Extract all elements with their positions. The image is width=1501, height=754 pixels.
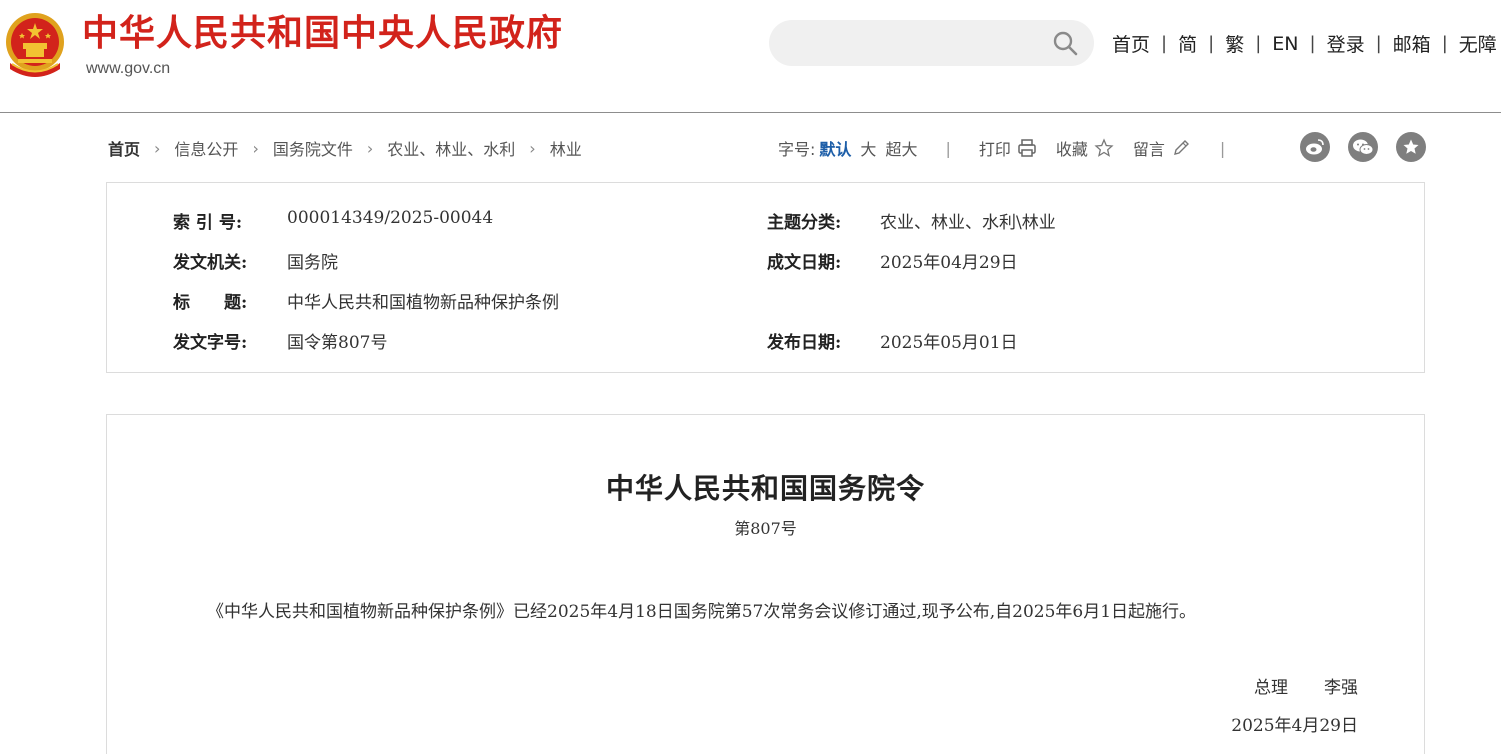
signature: 总理 李强 [1254,673,1358,698]
signer-name: 李强 [1324,678,1358,698]
top-nav: 首页 | 简 | 繁 | EN | 登录 | 邮箱 | 无障 [1112,30,1497,57]
published-date-value: 2025年05月01日 [880,333,1018,353]
pencil-icon [1173,140,1189,155]
topic-value: 农业、林业、水利\林业 [880,213,1056,233]
document-title: 中华人民共和国国务院令 [605,472,925,505]
nav-accessibility[interactable]: 无障 [1459,30,1497,57]
font-size-xlarge[interactable]: 超大 [885,136,917,160]
info-row: 发文机关: 国务院 成文日期: 2025年04月29日 [107,248,1424,273]
order-number: 第807号 [734,519,797,538]
title-value: 中华人民共和国植物新品种保护条例 [287,293,559,313]
index-label: 索 引 号: [173,213,243,233]
font-size-label: 字号: [778,140,816,159]
nav-separator: | [1309,33,1316,54]
share-icons [1300,132,1444,162]
site-url[interactable]: www.gov.cn [86,60,170,78]
published-date-label: 发布日期: [767,333,842,353]
weibo-glyph [1306,139,1324,155]
nav-separator: | [1441,33,1448,54]
created-date-label: 成文日期: [767,253,842,273]
wechat-icon[interactable] [1348,132,1378,162]
signer-title: 总理 [1254,678,1288,698]
divider: | [1219,138,1226,158]
print-label: 打印 [978,140,1011,159]
nav-traditional[interactable]: 繁 [1225,30,1244,57]
breadcrumb-item[interactable]: 林业 [550,136,582,160]
breadcrumb: 首页 › 信息公开 › 国务院文件 › 农业、林业、水利 › 林业 [108,136,582,160]
breadcrumb-item[interactable]: 信息公开 [174,136,238,160]
info-row: 发文字号: 国令第807号 发布日期: 2025年05月01日 [107,328,1424,353]
nav-simplified[interactable]: 简 [1178,30,1197,57]
document-info-table: 索 引 号: 000014349/2025-00044 主题分类: 农业、林业、… [106,182,1425,373]
index-value: 000014349/2025-00044 [287,208,494,228]
nav-separator: | [1208,33,1215,54]
search-input[interactable] [769,20,1094,66]
font-size-default[interactable]: 默认 [819,136,851,160]
favorite-star-icon[interactable] [1396,132,1426,162]
print-button[interactable]: 打印 [979,136,1038,160]
font-size-large[interactable]: 大 [860,136,876,160]
search-icon[interactable] [1052,30,1078,56]
divider: | [945,138,951,158]
document-body: 中华人民共和国国务院令 第807号 《中华人民共和国植物新品种保护条例》已经20… [106,414,1425,754]
printer-icon [1018,139,1036,157]
issuer-value: 国务院 [287,253,338,273]
favorite-label: 收藏 [1055,140,1088,159]
breadcrumb-item[interactable]: 国务院文件 [273,136,353,160]
signature-date: 2025年4月29日 [1231,716,1358,736]
article-toolbar: 字号: 默认 大 超大 | 打印 收藏 留言 | [778,136,1253,160]
title-label: 标 题: [173,293,248,313]
info-row: 索 引 号: 000014349/2025-00044 主题分类: 农业、林业、… [107,208,1424,233]
document-paragraph: 《中华人民共和国植物新品种保护条例》已经2025年4月18日国务院第57次常务会… [207,602,1197,622]
star-glyph [1403,139,1419,154]
issuer-label: 发文机关: [173,253,248,273]
nav-separator: | [1161,33,1168,54]
chevron-right-icon: › [252,138,259,158]
weibo-icon[interactable] [1300,132,1330,162]
doc-number-label: 发文字号: [173,333,248,353]
created-date-value: 2025年04月29日 [880,253,1018,273]
comment-label: 留言 [1132,140,1165,159]
nav-login[interactable]: 登录 [1327,30,1365,57]
breadcrumb-item[interactable]: 农业、林业、水利 [387,136,515,160]
doc-number-value: 国令第807号 [287,333,388,353]
wechat-glyph [1353,139,1374,155]
info-row: 标 题: 中华人民共和国植物新品种保护条例 [107,288,1424,313]
star-icon [1094,138,1114,157]
chevron-right-icon: › [366,138,374,158]
topic-label: 主题分类: [767,213,842,233]
nav-mailbox[interactable]: 邮箱 [1393,30,1431,57]
site-title[interactable]: 中华人民共和国中央人民政府 [82,12,563,56]
comment-button[interactable]: 留言 [1133,136,1192,160]
nav-separator: | [1255,33,1262,54]
breadcrumb-home[interactable]: 首页 [108,136,140,160]
nav-home[interactable]: 首页 [1112,30,1150,57]
favorite-button[interactable]: 收藏 [1056,136,1115,160]
nav-separator: | [1375,33,1382,54]
national-emblem-icon[interactable] [4,11,66,79]
chevron-right-icon: › [154,138,161,158]
nav-english[interactable]: EN [1272,33,1298,55]
chevron-right-icon: › [529,138,536,158]
site-header: 中华人民共和国中央人民政府 www.gov.cn 首页 | 简 | 繁 | EN… [0,0,1501,113]
